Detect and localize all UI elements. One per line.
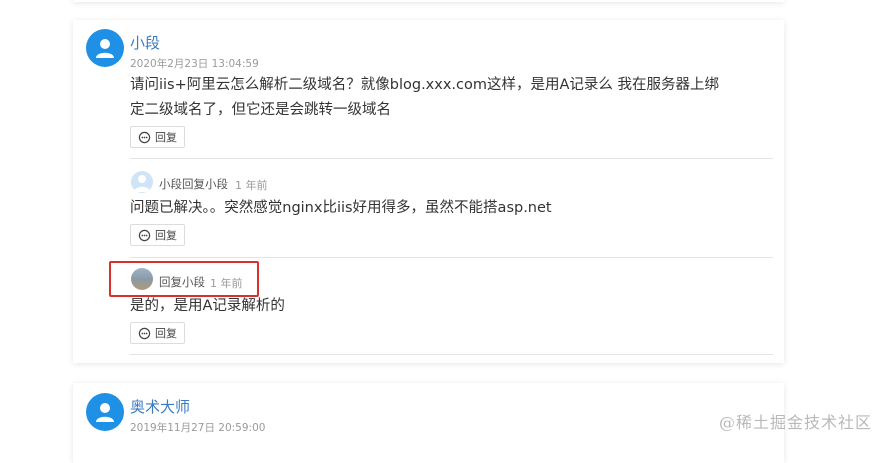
comment-author[interactable]: 小段 bbox=[130, 32, 160, 53]
reply-button[interactable]: 回复 bbox=[130, 322, 185, 344]
divider bbox=[130, 257, 773, 258]
watermark: @稀土掘金技术社区 bbox=[718, 413, 872, 432]
reply-header: 小段回复小段 bbox=[159, 177, 228, 191]
reply-header: 回复小段 bbox=[159, 275, 205, 289]
user-icon bbox=[96, 403, 114, 422]
comment-card: 奥术大师 2019年11月27日 20:59:00 bbox=[73, 383, 784, 463]
divider bbox=[130, 354, 773, 355]
chat-bubble-icon bbox=[138, 131, 151, 143]
reply-avatar[interactable] bbox=[131, 171, 153, 193]
reply-button-label: 回复 bbox=[155, 131, 177, 144]
comment-card: 小段 2020年2月23日 13:04:59 请问iis+阿里云怎么解析二级域名… bbox=[73, 20, 784, 363]
chat-bubble-icon bbox=[138, 327, 151, 339]
reply-time: 1 年前 bbox=[210, 277, 243, 290]
reply-content: 问题已解决。。突然感觉nginx比iis好用得多，虽然不能搭asp.net bbox=[130, 200, 552, 216]
reply-button-label: 回复 bbox=[155, 327, 177, 340]
comment-content-line-2: 定二级域名了，但它还是会跳转一级域名 bbox=[130, 102, 391, 118]
avatar[interactable] bbox=[86, 393, 124, 431]
reply-content: 是的，是用A记录解析的 bbox=[130, 298, 285, 314]
reply-time: 1 年前 bbox=[235, 179, 268, 192]
reply-button[interactable]: 回复 bbox=[130, 126, 185, 148]
comment-author[interactable]: 奥术大师 bbox=[130, 396, 190, 417]
user-icon bbox=[134, 175, 150, 192]
chat-bubble-icon bbox=[138, 229, 151, 241]
comment-card-previous bbox=[73, 0, 784, 2]
user-icon bbox=[96, 39, 114, 58]
comment-time: 2019年11月27日 20:59:00 bbox=[130, 422, 266, 434]
divider bbox=[130, 158, 773, 159]
reply-avatar[interactable] bbox=[131, 268, 153, 290]
comment-content-line-1: 请问iis+阿里云怎么解析二级域名？就像blog.xxx.com这样，是用A记录… bbox=[130, 77, 720, 93]
reply-button[interactable]: 回复 bbox=[130, 224, 185, 246]
reply-button-label: 回复 bbox=[155, 229, 177, 242]
comment-time: 2020年2月23日 13:04:59 bbox=[130, 58, 259, 70]
avatar[interactable] bbox=[86, 29, 124, 67]
